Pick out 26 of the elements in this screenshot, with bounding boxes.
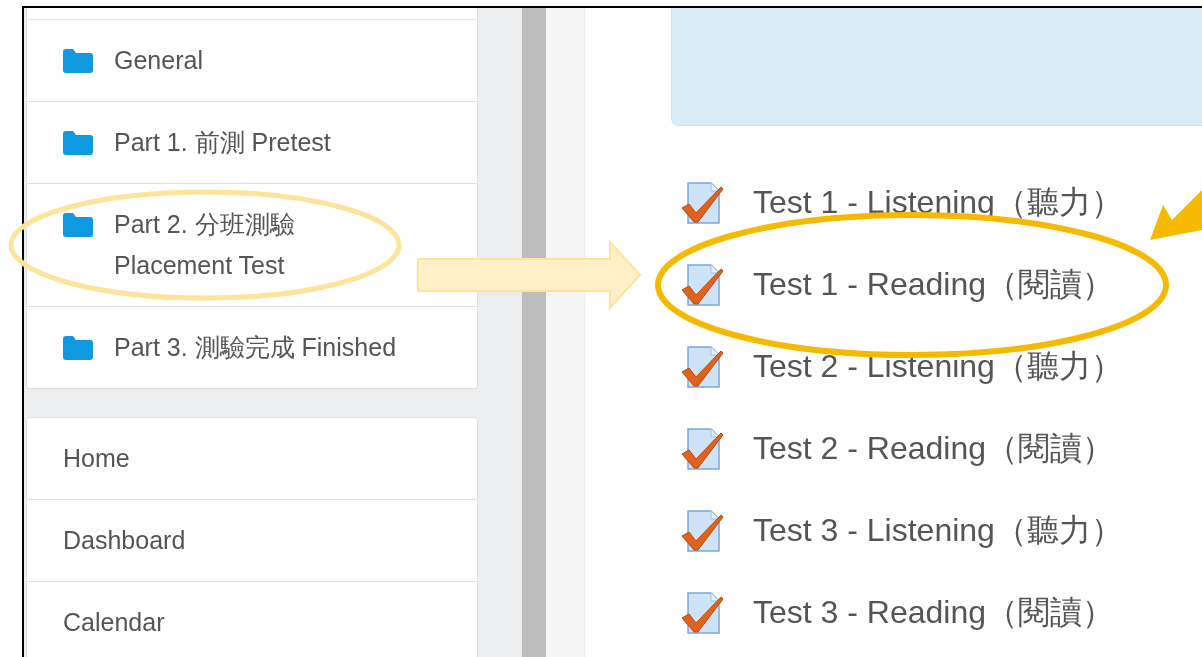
arrow-icon <box>1150 190 1202 240</box>
folder-icon <box>63 131 93 155</box>
nav-link[interactable]: Dashboard <box>27 500 477 581</box>
arrow-icon <box>417 239 642 311</box>
activity-link[interactable]: Test 1 - Listening（聽力） <box>681 162 1202 244</box>
activity-link[interactable]: Test 3 - Listening（聽力） <box>681 490 1202 572</box>
section-link[interactable]: Part 2. 分班測驗 Placement Test <box>27 184 477 306</box>
scrollbar[interactable] <box>522 8 546 657</box>
folder-icon <box>63 213 93 237</box>
checked-document-icon <box>681 345 725 389</box>
checked-document-icon <box>681 181 725 225</box>
activity-link[interactable]: Test 2 - Reading（閱讀） <box>681 408 1202 490</box>
activity-link[interactable]: Test 2 - Listening（聽力） <box>681 326 1202 408</box>
checked-document-icon <box>681 509 725 553</box>
nav-link[interactable]: Calendar <box>27 582 477 657</box>
checked-document-icon <box>681 591 725 635</box>
activity-link[interactable]: Test 1 - Reading（閱讀） <box>681 244 1202 326</box>
section-link[interactable]: Part 1. 前測 Pretest <box>27 102 477 183</box>
folder-icon <box>63 336 93 360</box>
checked-document-icon <box>681 427 725 471</box>
activity-link[interactable]: Test 3 - Reading（閱讀） <box>681 572 1202 654</box>
nav-link[interactable]: Home <box>27 418 477 499</box>
checked-document-icon <box>681 263 725 307</box>
section-link[interactable]: Part 3. 測驗完成 Finished <box>27 307 477 388</box>
folder-icon <box>63 49 93 73</box>
section-link[interactable]: General <box>27 20 477 101</box>
